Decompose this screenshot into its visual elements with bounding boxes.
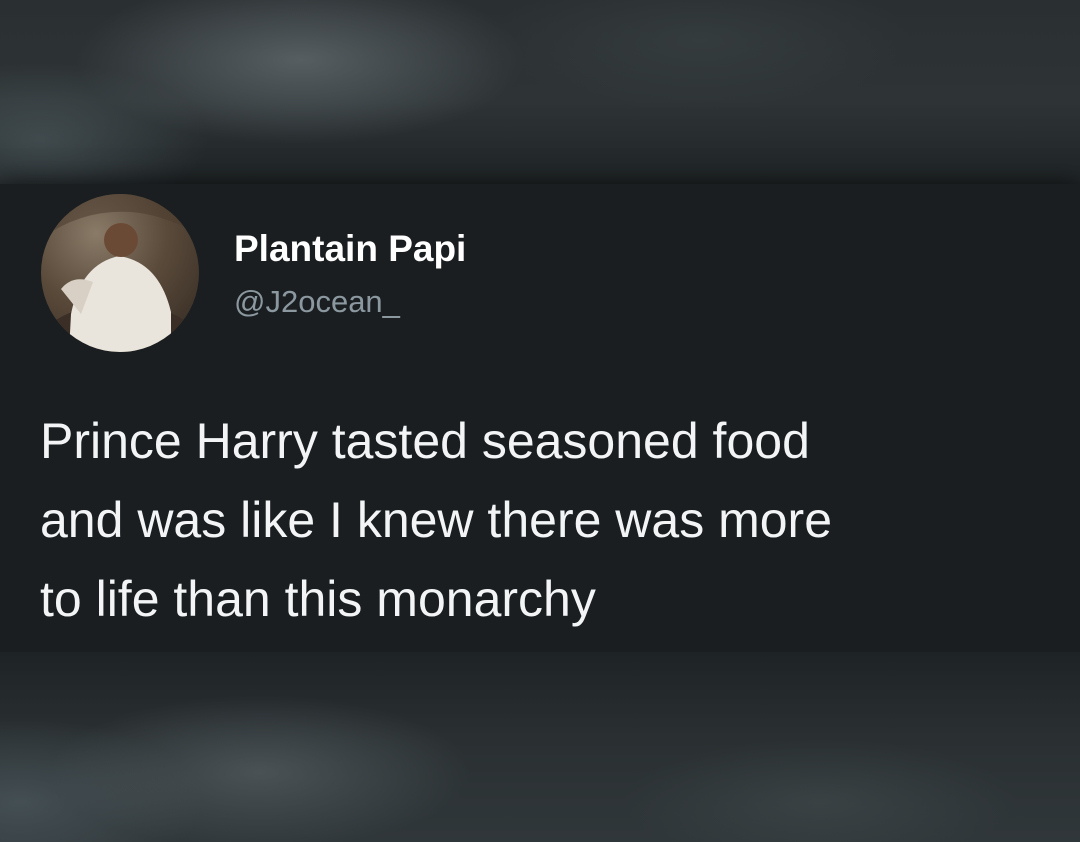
blurred-background-top — [0, 0, 1080, 184]
user-handle[interactable]: @J2ocean_ — [234, 284, 400, 320]
screenshot-frame: Plantain Papi @J2ocean_ Prince Harry tas… — [0, 0, 1080, 842]
avatar-photo-icon — [41, 194, 199, 352]
profile-avatar[interactable] — [41, 194, 199, 352]
tweet-text-line: to life than this monarchy — [40, 571, 596, 627]
display-name[interactable]: Plantain Papi — [234, 228, 466, 270]
tweet-text-line: Prince Harry tasted seasoned food — [40, 413, 810, 469]
blurred-background-bottom — [0, 652, 1080, 842]
tweet-card: Plantain Papi @J2ocean_ Prince Harry tas… — [0, 184, 1080, 652]
tweet-text-line: and was like I knew there was more — [40, 492, 833, 548]
tweet-text: Prince Harry tasted seasoned food and wa… — [40, 402, 1070, 639]
